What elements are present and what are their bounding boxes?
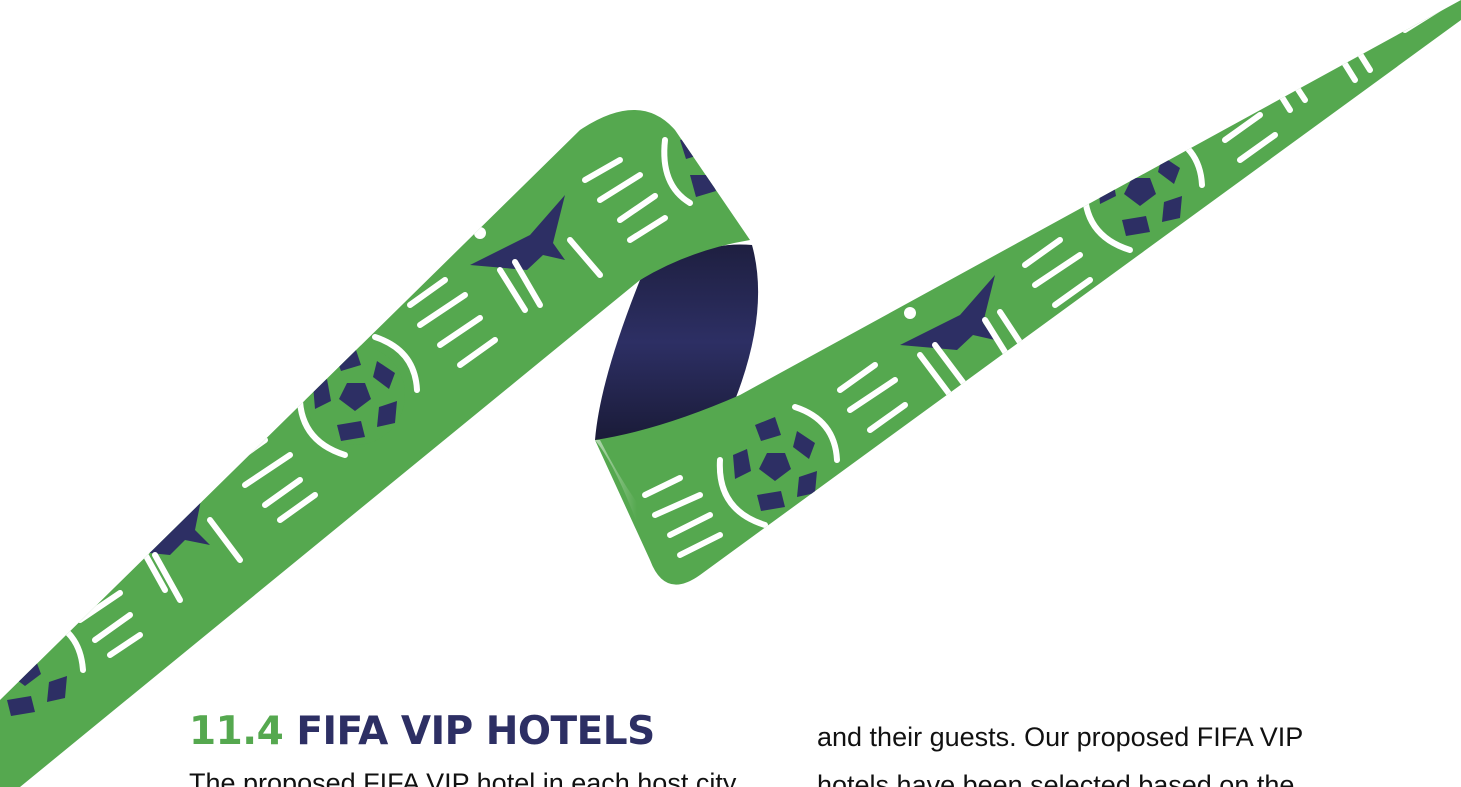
section-heading: 11.4 FIFA VIP HOTELS (189, 706, 655, 758)
page: 11.4 FIFA VIP HOTELS The proposed FIFA V… (0, 0, 1461, 787)
right-column-paragraph-line: and their guests. Our proposed FIFA VIP (817, 722, 1304, 752)
left-column-paragraph-line: The proposed FIFA VIP hotel in each host… (189, 768, 737, 787)
section-title: FIFA VIP HOTELS (296, 709, 655, 754)
bird-icon (1245, 0, 1340, 70)
decorative-ribbon (0, 0, 1461, 787)
section-number: 11.4 (189, 709, 284, 754)
right-column-paragraph-line: hotels have been selected based on the (817, 770, 1295, 787)
